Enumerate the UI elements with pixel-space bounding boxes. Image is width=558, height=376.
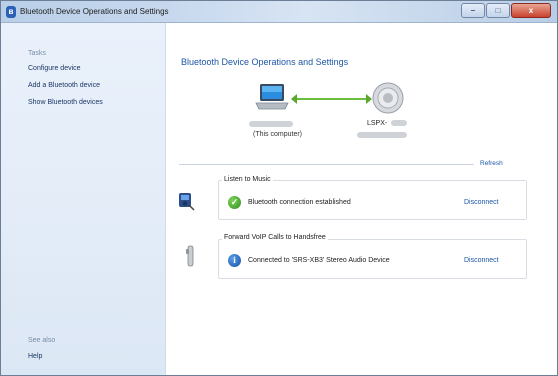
page-title: Bluetooth Device Operations and Settings [181,57,349,67]
device-name-redacted [391,120,407,126]
info-icon: i [228,254,241,267]
main-panel: Bluetooth Device Operations and Settings… [167,23,557,375]
computer-name-redacted [249,121,293,127]
help-link[interactable]: Help [28,353,42,360]
bluetooth-icon: ʙ [6,6,16,18]
laptop-icon [255,84,289,110]
speaker-icon [372,82,404,114]
connection-line [293,98,369,100]
music-disconnect-link[interactable]: Disconnect [464,199,499,206]
task-sidebar: Tasks Configure device Add a Bluetooth d… [1,23,166,375]
close-button[interactable]: x [511,3,551,18]
computer-caption: (This computer) [253,131,303,138]
title-bar[interactable]: ʙ Bluetooth Device Operations and Settin… [1,1,557,23]
forward-voip-legend: Forward VoIP Calls to Handsfree [222,234,328,241]
connection-arrow-left [291,94,297,104]
check-icon: ✓ [228,196,241,209]
voip-status-text: Connected to 'SRS-XB3' Stereo Audio Devi… [248,257,390,264]
handsfree-icon [186,245,194,267]
sidebar-item-add-device[interactable]: Add a Bluetooth device [28,82,100,89]
minimize-button[interactable]: – [461,3,485,18]
voip-disconnect-link[interactable]: Disconnect [464,257,499,264]
listen-to-music-legend: Listen to Music [222,176,273,183]
sidebar-item-show-devices[interactable]: Show Bluetooth devices [28,99,103,106]
tasks-heading: Tasks [28,50,46,57]
see-also-heading: See also [28,337,56,344]
refresh-link[interactable]: Refresh [480,160,503,167]
sidebar-item-configure-device[interactable]: Configure device [28,65,81,72]
device-address-redacted [357,132,407,138]
music-status-text: Bluetooth connection established [248,199,351,206]
music-player-icon [179,193,195,211]
maximize-button[interactable]: □ [486,3,510,18]
window-title: Bluetooth Device Operations and Settings [20,7,169,16]
bluetooth-settings-window: ʙ Bluetooth Device Operations and Settin… [0,0,558,376]
window-controls: – □ x [460,3,551,19]
device-name: LSPX- [367,120,388,127]
separator [179,164,474,165]
